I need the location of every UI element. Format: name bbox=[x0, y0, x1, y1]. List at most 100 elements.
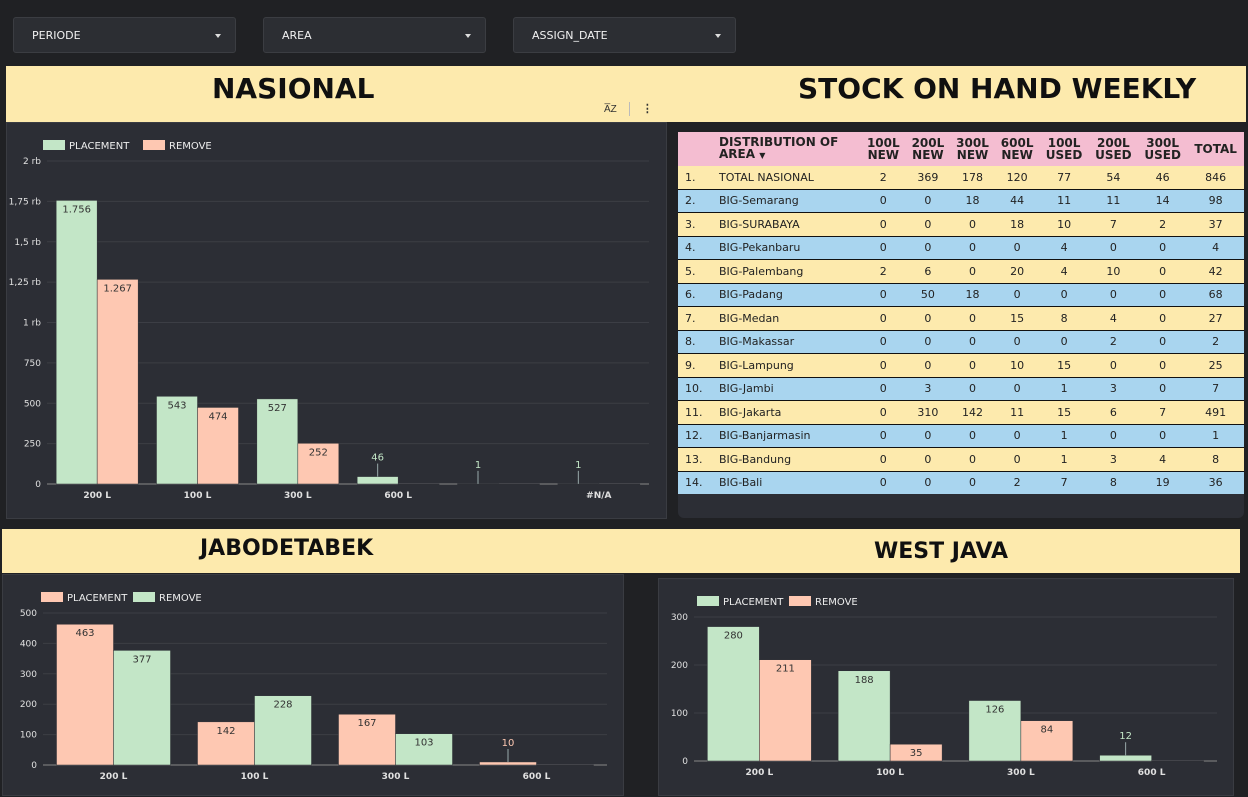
data-label: 543 bbox=[167, 400, 186, 411]
row-value: 0 bbox=[1039, 330, 1089, 354]
legend-label: PLACEMENT bbox=[67, 593, 128, 604]
table-row[interactable]: 3. BIG-SURABAYA 0 0 0 18 10 7 2 37 bbox=[678, 212, 1244, 237]
table-row[interactable]: 13. BIG-Bandung 0 0 0 0 1 3 4 8 bbox=[678, 447, 1244, 472]
table-header-index bbox=[678, 132, 715, 166]
row-value: 0 bbox=[1039, 283, 1089, 307]
table-header-col[interactable]: 600L NEW bbox=[994, 132, 1040, 166]
row-value: 0 bbox=[861, 353, 906, 378]
table-row[interactable]: 9. BIG-Lampung 0 0 0 10 15 0 0 25 bbox=[678, 353, 1244, 378]
data-label: 1.267 bbox=[103, 283, 132, 294]
row-value: 0 bbox=[950, 424, 995, 448]
row-value: 846 bbox=[1187, 166, 1244, 190]
row-index: 13. bbox=[678, 447, 715, 472]
row-value: 36 bbox=[1187, 471, 1244, 495]
legend-label: REMOVE bbox=[159, 593, 202, 604]
table-row[interactable]: 8. BIG-Makassar 0 0 0 0 0 2 0 2 bbox=[678, 330, 1244, 354]
data-label: 252 bbox=[309, 447, 328, 458]
sort-desc-icon: ▼ bbox=[759, 151, 766, 160]
area-dropdown[interactable]: AREA bbox=[263, 17, 486, 53]
row-value: 15 bbox=[994, 306, 1040, 331]
row-value: 11 bbox=[994, 400, 1040, 425]
row-value: 11 bbox=[1088, 189, 1138, 213]
x-tick-label: 100 L bbox=[241, 772, 269, 782]
west-java-title: WEST JAVA bbox=[874, 539, 1009, 564]
stock-on-hand-table: DISTRIBUTION OF AREA ▼ 100L NEW 200L NEW 3… bbox=[678, 132, 1244, 495]
table-row[interactable]: 4. BIG-Pekanbaru 0 0 0 0 4 0 0 4 bbox=[678, 236, 1244, 260]
x-tick-label: 300 L bbox=[1007, 768, 1035, 778]
row-index: 3. bbox=[678, 212, 715, 237]
table-row[interactable]: 1. TOTAL NASIONAL 2 369 178 120 77 54 46 846 bbox=[678, 166, 1244, 190]
bar bbox=[113, 650, 171, 766]
sort-az-icon[interactable]: A̅Z bbox=[604, 104, 617, 115]
more-vertical-icon[interactable]: ⋮ bbox=[642, 103, 653, 115]
row-value: 0 bbox=[1088, 236, 1138, 260]
nasional-title: NASIONAL bbox=[212, 72, 375, 105]
table-header-col[interactable]: 200L USED bbox=[1088, 132, 1138, 166]
table-row[interactable]: 5. BIG-Palembang 2 6 0 20 4 10 0 42 bbox=[678, 259, 1244, 284]
row-index: 7. bbox=[678, 306, 715, 331]
row-value: 142 bbox=[950, 400, 995, 425]
data-label: 188 bbox=[855, 675, 874, 686]
bottom-banner bbox=[2, 529, 1240, 573]
bar bbox=[55, 200, 98, 485]
row-value: 0 bbox=[950, 212, 995, 237]
row-area: BIG-Pekanbaru bbox=[715, 236, 861, 260]
data-label: 377 bbox=[132, 654, 151, 665]
row-value: 6 bbox=[905, 259, 951, 284]
row-value: 0 bbox=[1138, 353, 1188, 378]
row-value: 310 bbox=[905, 400, 951, 425]
row-value: 0 bbox=[861, 236, 906, 260]
table-row[interactable]: 14. BIG-Bali 0 0 0 2 7 8 19 36 bbox=[678, 471, 1244, 495]
row-area: BIG-Semarang bbox=[715, 189, 861, 213]
table-header-row: DISTRIBUTION OF AREA ▼ 100L NEW 200L NEW 3… bbox=[678, 132, 1244, 166]
row-value: 120 bbox=[994, 166, 1040, 190]
jabodetabek-title: JABODETABEK bbox=[200, 536, 374, 561]
row-value: 3 bbox=[1088, 447, 1138, 472]
row-value: 0 bbox=[861, 424, 906, 448]
table-row[interactable]: 11. BIG-Jakarta 0 310 142 11 15 6 7 491 bbox=[678, 400, 1244, 425]
row-value: 0 bbox=[994, 424, 1040, 448]
row-value: 4 bbox=[1039, 236, 1089, 260]
data-label: 142 bbox=[216, 726, 235, 737]
row-value: 2 bbox=[994, 471, 1040, 495]
row-area: BIG-Bandung bbox=[715, 447, 861, 472]
table-row[interactable]: 2. BIG-Semarang 0 0 18 44 11 11 14 98 bbox=[678, 189, 1244, 213]
x-tick-label: 300 L bbox=[284, 491, 312, 501]
table-header-col[interactable]: 100L NEW bbox=[861, 132, 906, 166]
assign-date-dropdown[interactable]: ASSIGN_DATE bbox=[513, 17, 736, 53]
row-value: 4 bbox=[1138, 447, 1188, 472]
row-index: 14. bbox=[678, 471, 715, 495]
data-label: 1 bbox=[475, 460, 481, 471]
y-tick-label: 0 bbox=[682, 757, 688, 767]
row-value: 68 bbox=[1187, 283, 1244, 307]
legend-swatch bbox=[41, 592, 63, 602]
bar bbox=[1099, 754, 1152, 762]
row-value: 7 bbox=[1088, 212, 1138, 237]
table-row[interactable]: 10. BIG-Jambi 0 3 0 0 1 3 0 7 bbox=[678, 377, 1244, 401]
periode-dropdown[interactable]: PERIODE bbox=[13, 17, 236, 53]
table-body: 1. TOTAL NASIONAL 2 369 178 120 77 54 46 846 2. BIG… bbox=[678, 166, 1244, 495]
y-tick-label: 1 rb bbox=[23, 319, 41, 329]
x-tick-label: 200 L bbox=[100, 772, 128, 782]
row-value: 18 bbox=[994, 212, 1040, 237]
x-tick-label: 600 L bbox=[384, 491, 412, 501]
table-row[interactable]: 6. BIG-Padang 0 50 18 0 0 0 0 68 bbox=[678, 283, 1244, 307]
x-tick-label: 600 L bbox=[1138, 768, 1166, 778]
table-header-col[interactable]: 100L USED bbox=[1039, 132, 1089, 166]
table-header-total[interactable]: TOTAL bbox=[1187, 132, 1244, 166]
row-value: 0 bbox=[994, 377, 1040, 401]
table-footer bbox=[678, 494, 1244, 518]
bar bbox=[557, 483, 600, 485]
table-header-col[interactable]: 300L USED bbox=[1138, 132, 1188, 166]
row-value: 0 bbox=[861, 377, 906, 401]
data-label: 228 bbox=[273, 700, 292, 711]
table-row[interactable]: 12. BIG-Banjarmasin 0 0 0 0 1 0 0 1 bbox=[678, 424, 1244, 448]
row-value: 0 bbox=[950, 447, 995, 472]
table-row[interactable]: 7. BIG-Medan 0 0 0 15 8 4 0 27 bbox=[678, 306, 1244, 331]
table-header-area[interactable]: DISTRIBUTION OF AREA ▼ bbox=[715, 132, 861, 166]
table-header-col[interactable]: 200L NEW bbox=[905, 132, 951, 166]
bar bbox=[536, 764, 594, 766]
table-header-col[interactable]: 300L NEW bbox=[950, 132, 995, 166]
y-tick-label: 750 bbox=[24, 359, 41, 369]
row-index: 9. bbox=[678, 353, 715, 378]
